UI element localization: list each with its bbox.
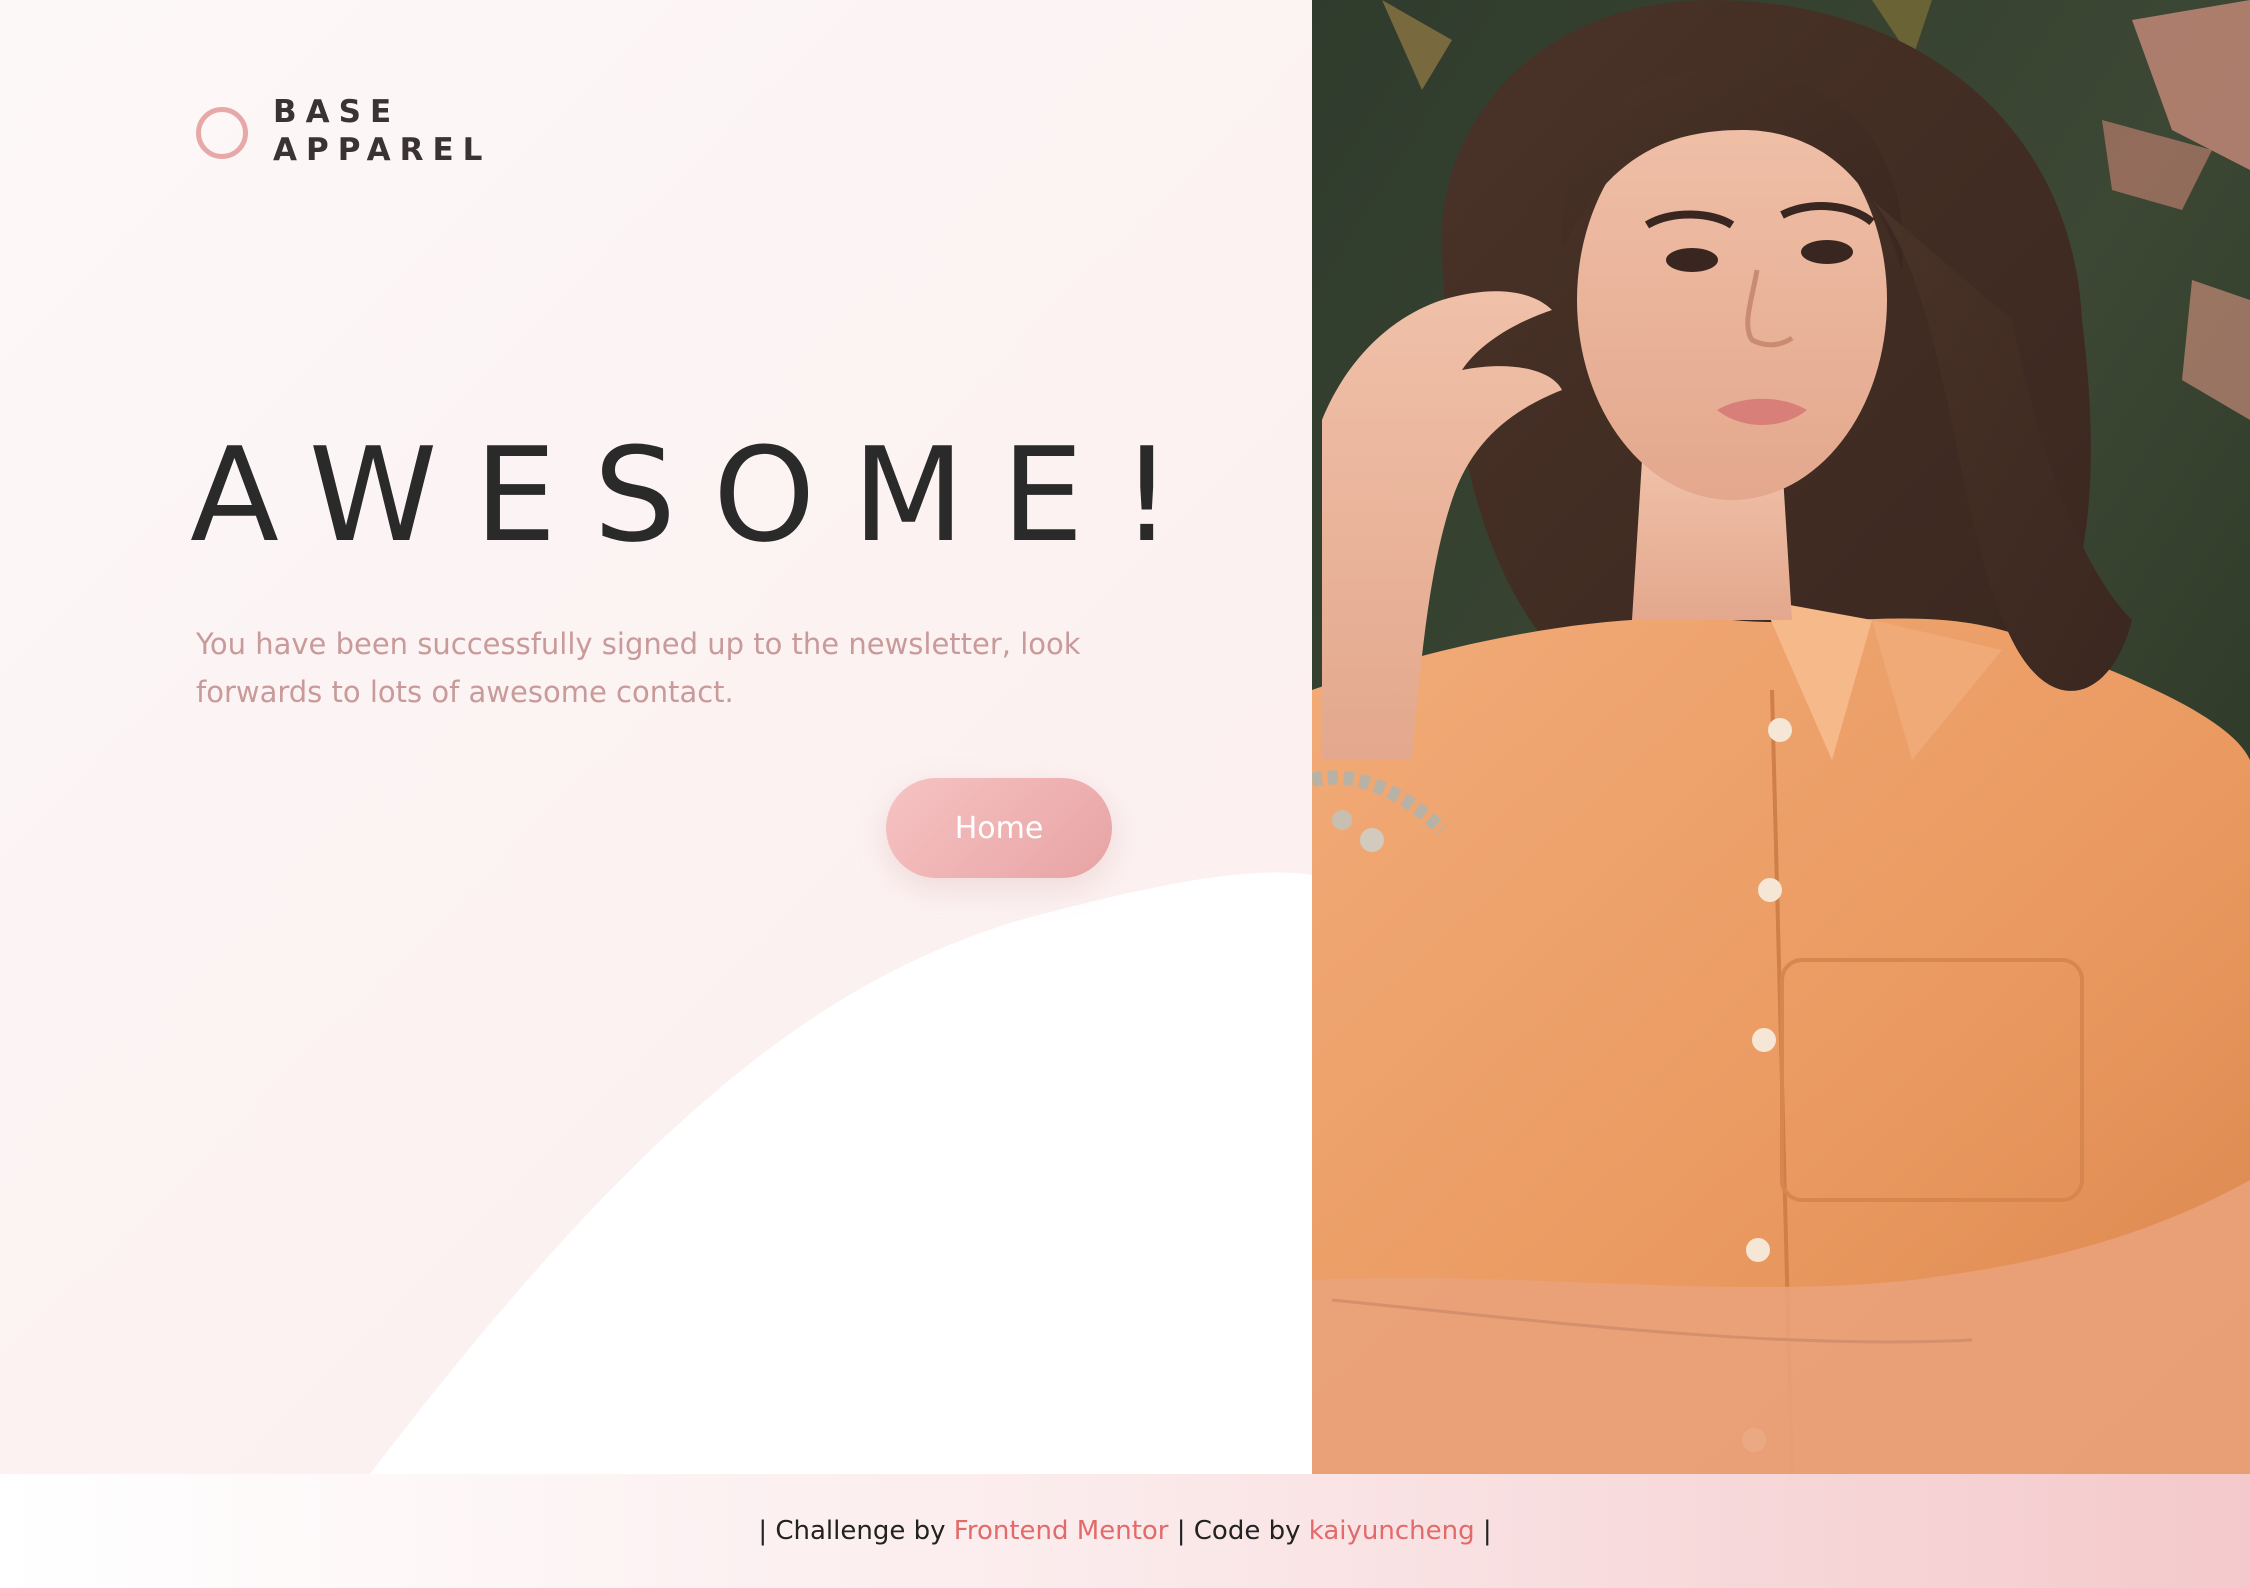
footer-text-middle: | Code by bbox=[1168, 1516, 1309, 1546]
logo-line-apparel: APPAREL bbox=[273, 132, 492, 168]
brand-logo[interactable]: BASE APPAREL bbox=[196, 93, 491, 169]
home-button[interactable]: Home bbox=[886, 778, 1112, 878]
author-link[interactable]: kaiyuncheng bbox=[1309, 1516, 1475, 1546]
success-message: You have been successfully signed up to … bbox=[196, 627, 1081, 709]
page: BASE APPAREL AWESOME! You have been succ… bbox=[0, 0, 2250, 1588]
footer-text-end: | bbox=[1474, 1516, 1492, 1546]
frontend-mentor-link[interactable]: Frontend Mentor bbox=[954, 1516, 1169, 1546]
model-photo-illustration bbox=[1312, 0, 2250, 1474]
content-panel: BASE APPAREL AWESOME! You have been succ… bbox=[0, 0, 1312, 1474]
logo-ring-icon bbox=[196, 107, 248, 159]
footer-text-start: | Challenge by bbox=[758, 1516, 954, 1546]
page-title: AWESOME! bbox=[190, 419, 1210, 571]
logo-wordmark: BASE APPAREL bbox=[273, 93, 491, 169]
attribution-footer: | Challenge by Frontend Mentor | Code by… bbox=[0, 1474, 2250, 1588]
logo-line-base: BASE bbox=[273, 94, 401, 130]
hero-photo bbox=[1312, 0, 2250, 1474]
background-curve bbox=[370, 872, 1312, 1474]
